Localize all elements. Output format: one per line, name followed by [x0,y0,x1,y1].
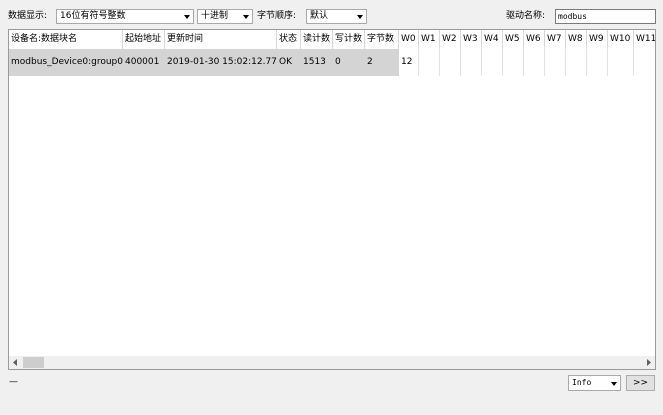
byte-order-label: 字节顺序: [257,11,297,21]
table-cell [440,49,461,76]
column-header[interactable]: W10 [608,30,634,49]
column-header[interactable]: 字节数 [365,30,399,49]
table-cell: modbus_Device0:group0 [9,49,123,76]
column-header[interactable]: W8 [566,30,587,49]
column-header[interactable]: 设备名:数据块名 [9,30,123,49]
display-type-value: 16位有符号整数 [60,11,126,21]
radix-select[interactable]: 十进制 [197,9,253,24]
column-header[interactable]: W4 [482,30,503,49]
scroll-left-button[interactable] [9,356,22,369]
table-header: 设备名:数据块名 起始地址 更新时间 状态 读计数 写计数 字节数 W0 W1 … [9,30,655,49]
driver-name-input[interactable]: modbus [555,9,656,24]
table-cell: 2019-01-30 15:02:12.774 [165,49,277,76]
scroll-right-button[interactable] [642,356,655,369]
table-cell [608,49,634,76]
column-header[interactable]: 更新时间 [165,30,277,49]
table-cell [524,49,545,76]
column-header[interactable]: W3 [461,30,482,49]
column-header[interactable]: W6 [524,30,545,49]
table-cell [461,49,482,76]
chevron-down-icon [357,15,363,19]
horizontal-scrollbar[interactable] [9,356,655,369]
chevron-down-icon [611,382,617,386]
table-cell [634,49,655,76]
table-cell [545,49,566,76]
scrollbar-thumb[interactable] [23,357,44,368]
display-type-select[interactable]: 16位有符号整数 [56,9,194,24]
byte-order-select[interactable]: 默认 [306,9,367,24]
byte-order-value: 默认 [310,11,329,21]
next-button[interactable]: >> [626,375,655,391]
data-table: 设备名:数据块名 起始地址 更新时间 状态 读计数 写计数 字节数 W0 W1 … [8,29,656,370]
column-header[interactable]: W9 [587,30,608,49]
column-header[interactable]: 读计数 [301,30,333,49]
table-cell: 2 [365,49,399,76]
log-level-value: Info [572,378,592,387]
column-header[interactable]: W0 [399,30,419,49]
status-text: — [9,377,18,387]
table-row[interactable]: modbus_Device0:group0 400001 2019-01-30 … [9,49,655,76]
table-cell [503,49,524,76]
column-header[interactable]: 起始地址 [123,30,165,49]
table-cell: 12 [399,49,419,76]
column-header[interactable]: W5 [503,30,524,49]
column-header[interactable]: W11 [634,30,655,49]
display-label: 数据显示: [8,11,48,21]
table-cell [482,49,503,76]
column-header[interactable]: W1 [419,30,440,49]
table-cell [587,49,608,76]
chevron-down-icon [243,15,249,19]
table-cell: OK [277,49,301,76]
table-cell: 1513 [301,49,333,76]
column-header[interactable]: 写计数 [333,30,365,49]
column-header[interactable]: W7 [545,30,566,49]
column-header[interactable]: W2 [440,30,461,49]
table-cell [419,49,440,76]
log-level-select[interactable]: Info [568,375,621,391]
table-cell [566,49,587,76]
column-header[interactable]: 状态 [277,30,301,49]
chevron-left-icon [13,359,17,366]
chevron-down-icon [184,15,190,19]
driver-name-label: 驱动名称: [506,11,546,21]
table-cell: 400001 [123,49,165,76]
radix-value: 十进制 [201,11,229,21]
chevron-right-icon [647,359,651,366]
table-cell: 0 [333,49,365,76]
